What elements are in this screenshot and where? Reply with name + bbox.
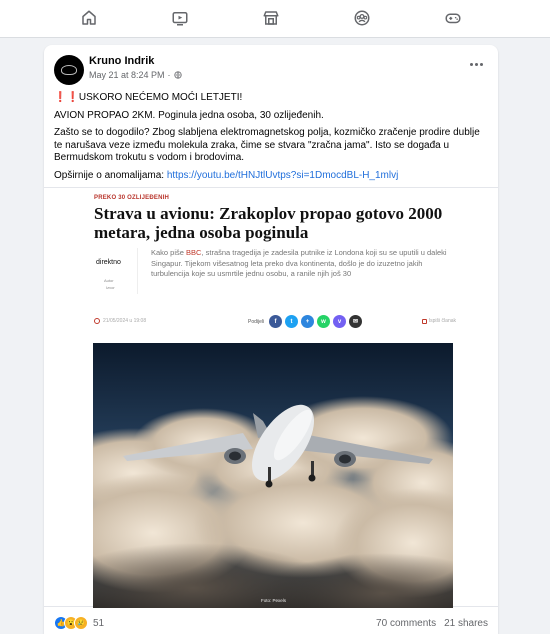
post-stats: 70 comments 21 shares [376, 618, 488, 629]
home-icon [82, 10, 96, 25]
post-more-line: Opširnije o anomalijama: https://youtu.b… [54, 169, 399, 181]
twitter-icon[interactable]: t [285, 315, 298, 328]
sad-reaction-icon: 😢 [74, 616, 88, 630]
article-date: 21/05/2024 u 19:08 [94, 318, 146, 324]
nav-home-button[interactable] [72, 5, 106, 31]
top-navigation [0, 0, 550, 38]
post-line-2: AVION PROPAO 2KM. Poginula jedna osoba, … [54, 109, 324, 121]
article-badge: PREKO 30 OZLIJEĐENIH [94, 195, 170, 201]
article-lead: Kako piše BBC, strašna tragedija je zade… [151, 248, 447, 278]
globe-icon [173, 71, 182, 79]
meta-separator: · [167, 70, 171, 80]
video-icon [172, 12, 188, 26]
marketplace-icon [263, 11, 279, 25]
article-headline: Strava u avionu: Zrakoplov propao gotovo… [94, 204, 443, 242]
nav-gaming-button[interactable] [436, 5, 470, 31]
gaming-icon [445, 13, 461, 24]
facebook-icon[interactable]: f [269, 315, 282, 328]
post-line-1: ❗❗USKORO NEĆEMO MOĆI LETJETI! [54, 92, 243, 103]
reaction-count: 51 [93, 617, 105, 629]
bbc-link: BBC [186, 248, 202, 257]
article-share-row: 21/05/2024 u 19:08 Podijeli f t + w v ✉ Ispiš… [94, 315, 456, 329]
share-label: Podijeli [248, 319, 265, 325]
airplane-photo [93, 343, 453, 608]
author-avatar[interactable] [54, 55, 84, 85]
share-icon[interactable]: + [301, 315, 314, 328]
nav-groups-button[interactable] [345, 5, 379, 31]
post-text: ❗❗USKORO NEĆEMO MOĆI LETJETI! AVION PROP… [54, 92, 490, 187]
email-icon[interactable]: ✉ [349, 315, 362, 328]
shares-count[interactable]: 21 shares [444, 618, 488, 629]
author-name[interactable]: Kruno Indrik [89, 55, 154, 67]
post-footer: 👍 😮 😢 51 70 comments 21 shares [44, 613, 498, 634]
source-origin-label: Izvor [106, 285, 115, 290]
groups-icon [354, 10, 370, 26]
nav-video-button[interactable] [163, 5, 197, 31]
clock-icon [94, 318, 100, 324]
source-author-label: Autor [104, 278, 114, 283]
youtube-link[interactable]: https://youtu.be/tHNJtlUvtps?si=1DmocdBL… [167, 170, 398, 181]
exclamation-icon: ❗❗ [54, 92, 79, 103]
article-source-box: direktno Autor Izvor [94, 248, 138, 294]
print-article: Ispiši članak [421, 318, 456, 324]
more-options-icon[interactable] [468, 59, 484, 69]
post-paragraph: Zašto se to dogodilo? Zbog slabljena ele… [54, 127, 480, 163]
nav-marketplace-button[interactable] [254, 5, 288, 31]
article-photo: Foto: Pexels [93, 343, 453, 608]
article-preview[interactable]: PREKO 30 OZLIJEĐENIH Strava u avionu: Zr… [44, 187, 498, 608]
source-logo: direktno [96, 259, 121, 266]
comments-count[interactable]: 70 comments [376, 618, 436, 629]
photo-caption: Foto: Pexels [261, 598, 287, 603]
print-icon [421, 318, 427, 324]
post-card: Kruno Indrik May 21 at 8:24 PM · ❗❗USKOR… [44, 45, 498, 634]
viber-icon[interactable]: v [333, 315, 346, 328]
post-meta: May 21 at 8:24 PM · [89, 70, 182, 80]
reactions-summary[interactable]: 👍 😮 😢 51 [54, 616, 104, 630]
whatsapp-icon[interactable]: w [317, 315, 330, 328]
post-date[interactable]: May 21 at 8:24 PM [89, 70, 165, 80]
